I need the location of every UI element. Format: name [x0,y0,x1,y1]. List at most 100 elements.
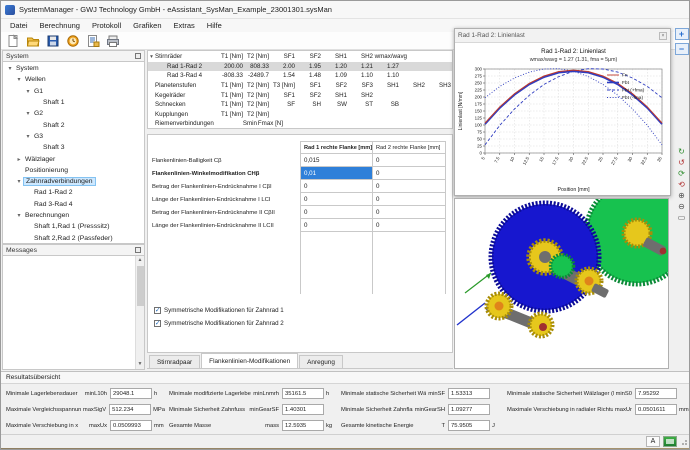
gear-table-cell: 1.20 [334,62,347,70]
flank-value-cell[interactable]: 0 [373,180,446,193]
scroll-down-icon[interactable]: ▼ [136,360,144,369]
plus-button[interactable]: + [674,28,689,40]
tree-expander-icon[interactable]: ▾ [15,76,23,83]
flank-column-header[interactable]: Rad 2 rechte Flanke [mm] [373,141,446,154]
save-button[interactable] [44,33,62,49]
menu-item-grafiken[interactable]: Grafiken [127,20,167,31]
tree-item-rad-1-rad-2[interactable]: Rad 1-Rad 2 [3,187,144,198]
tree-expander-icon[interactable]: ▸ [15,156,23,163]
flank-value-cell[interactable]: 0 [300,180,373,193]
gear-table-row-rad-3-rad-4[interactable]: Rad 3-Rad 4 -808.33 -2489.7 1.54 1.48 1.09 1.1… [148,71,452,81]
excel-export-button[interactable] [663,436,677,447]
menu-item-berechnung[interactable]: Berechnung [34,20,86,31]
checkbox-icon[interactable]: ✓ [154,307,161,314]
flank-corner-cell [152,141,300,154]
tree-item-rad-3-rad-4[interactable]: Rad 3-Rad 4 [3,199,144,210]
close-icon[interactable]: × [659,31,667,40]
tree-expander-icon[interactable]: ▾ [15,178,23,185]
gear-table-row-riemenverbindungen[interactable]: Riemenverbindungen Smin Fmax [N] [148,119,452,128]
zoom-out-icon[interactable]: ⊖ [676,202,688,211]
font-button[interactable]: A [646,436,660,447]
resize-grip[interactable] [681,438,689,446]
rotate-left-icon[interactable]: ⟳ [676,169,688,178]
flank-column-header[interactable]: Rad 1 rechte Flanke [mm] [300,141,373,154]
scrollbar-thumb[interactable] [137,266,144,306]
tree-expander-icon[interactable]: ▾ [24,88,32,95]
tree-expander-icon[interactable]: ▾ [24,110,32,117]
gear-table-row-label: Schnecken [155,101,186,109]
messages-scrollbar[interactable]: ▲ ▼ [135,256,144,369]
minus-button[interactable]: − [674,43,689,55]
gear-table-row-rad-1-rad-2[interactable]: Rad 1-Rad 2 200.00 808.33 2.00 1.95 1.20 1.21 1… [148,61,452,72]
gear-table-cell: 1.10 [360,72,373,80]
tree-item-g2[interactable]: ▾ G2 [3,108,144,119]
flank-value-cell[interactable]: 0,01 [300,167,373,180]
gear-table-cell: T2 [Nm] [246,101,269,109]
checkbox-row[interactable]: ✓ Symmetrische Modifikationen für Zahnrad… [154,320,284,327]
screenshot-icon[interactable]: ▭ [676,213,688,222]
gear-table-row-kupplungen[interactable]: Kupplungen T1 [Nm] T2 [Nm] [148,110,452,120]
menu-item-datei[interactable]: Datei [4,20,34,31]
calculate-button[interactable] [64,33,82,49]
tree-item-system[interactable]: ▾ System [3,63,144,74]
table-expander-icon[interactable]: ▾ [148,54,155,60]
checkbox-row[interactable]: ✓ Symmetrische Modifikationen für Zahnrad… [154,307,284,314]
rotate-down-icon[interactable]: ↺ [676,158,688,167]
menu-item-extras[interactable]: Extras [168,20,201,31]
tree-item-shaft-2-rad-2-passfeder[interactable]: Shaft 2,Rad 2 (Passfeder) [3,232,144,243]
flank-value-cell[interactable]: 0 [373,167,446,180]
gear-table-row-stirnr-der[interactable]: ▾ Stirnräder T1 [Nm] T2 [Nm] SF1 SF2 SH1 SH2 wma… [148,52,452,62]
flank-empty-cell[interactable] [300,232,373,294]
svg-text:wmax/wavg = 1.27 (1.31, fma =: wmax/wavg = 1.27 (1.31, fma = 5μm) [530,57,618,63]
flank-empty-cell[interactable] [373,232,446,294]
flank-value-cell[interactable]: 0 [373,193,446,206]
flank-value-cell[interactable]: 0 [373,219,446,232]
tree-item-zahnradverbindungen[interactable]: ▾ Zahnradverbindungen [3,176,144,187]
zoom-in-icon[interactable]: ⊕ [676,191,688,200]
open-folder-button[interactable] [24,33,42,49]
tree-expander-icon[interactable]: ▾ [15,212,23,219]
rotate-up-icon[interactable]: ↻ [676,147,688,156]
report-button[interactable] [84,33,102,49]
pin-icon[interactable] [135,53,141,59]
tree-item-berechnungen[interactable]: ▾ Berechnungen [3,210,144,221]
tree-item-shaft-1-rad-1-presssitz[interactable]: Shaft 1,Rad 1 (Presssitz) [3,221,144,232]
gear-table-row-kegelr-der[interactable]: Kegelräder T1 [Nm] T2 [Nm] SF1 SF2 SH1 SH2 [148,90,452,100]
tab-stirnradpaar[interactable]: Stirnradpaar [149,355,201,368]
title-bar[interactable]: SystemManager - GWJ Technology GmbH - eA… [1,1,689,19]
flank-value-cell[interactable]: 0 [300,193,373,206]
3d-viewport[interactable] [454,179,689,369]
tree-item-g3[interactable]: ▾ G3 [3,131,144,142]
tree-item-shaft-1[interactable]: Shaft 1 [3,97,144,108]
tab-flankenlinien-modifikationen[interactable]: Flankenlinien-Modifikationen [201,353,299,368]
new-file-button[interactable] [4,33,22,49]
menu-item-protokoll[interactable]: Protokoll [86,20,127,31]
tree-item-label: G2 [34,110,44,118]
flank-value-cell[interactable]: 0 [373,206,446,219]
gear-table-row-schnecken[interactable]: Schnecken T1 [Nm] T2 [Nm] SF SH SW ST SB [148,100,452,110]
flank-value-cell[interactable]: 0,015 [300,154,373,167]
tab-anregung[interactable]: Anregung [299,355,343,368]
menu-item-hilfe[interactable]: Hilfe [201,20,228,31]
gear-table-row-planetenstufen[interactable]: Planetenstufen T1 [Nm] T2 [Nm] T3 [Nm] SF1 SF… [148,81,452,91]
tree-item-w-lzlager[interactable]: ▸ Wälzlager [3,153,144,164]
tree-item-wellen[interactable]: ▾ Wellen [3,74,144,85]
print-button[interactable] [104,33,122,49]
checkbox-icon[interactable]: ✓ [154,320,161,327]
flank-value-cell[interactable]: 0 [300,206,373,219]
tree-item-label: Wellen [25,76,46,84]
chart-window-titlebar[interactable]: Rad 1-Rad 2: Linienlast × [455,29,670,43]
tree-item-shaft-3[interactable]: Shaft 3 [3,142,144,153]
tree-expander-icon[interactable]: ▾ [24,133,32,140]
tree-item-g1[interactable]: ▾ G1 [3,86,144,97]
rotate-right-icon[interactable]: ⟲ [676,180,688,189]
flank-value-cell[interactable]: 0 [300,219,373,232]
tree-item-shaft-2[interactable]: Shaft 2 [3,119,144,130]
flank-modifications-panel: Rad 1 rechte Flanke [mm] Rad 2 rechte Fla… [147,134,453,353]
result-code: mass [265,422,279,429]
tree-item-positionierung[interactable]: Positionierung [3,165,144,176]
scroll-up-icon[interactable]: ▲ [136,256,144,265]
pin-icon[interactable] [135,247,141,253]
flank-value-cell[interactable]: 0 [373,154,446,167]
tree-expander-icon[interactable]: ▾ [6,65,14,72]
